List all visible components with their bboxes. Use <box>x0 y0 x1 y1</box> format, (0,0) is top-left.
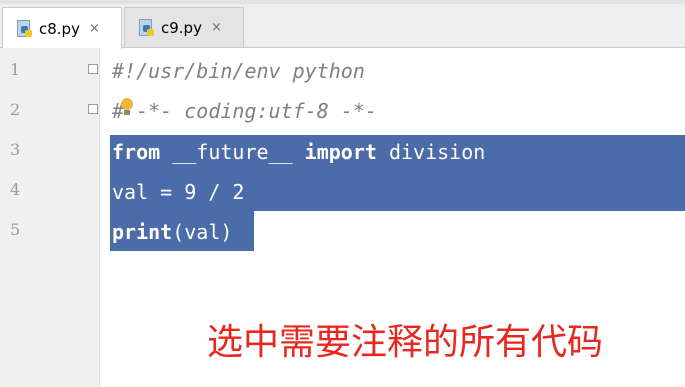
editor-tab-bar: c8.py × c9.py × <box>0 0 685 49</box>
tab-label: c8.py <box>39 19 80 38</box>
python-file-icon <box>137 18 155 37</box>
code-line[interactable]: val = 9 / 2 <box>112 178 244 206</box>
lightbulb-icon[interactable] <box>120 98 134 118</box>
line-number: 5 <box>10 220 21 239</box>
fold-marker-icon[interactable] <box>88 104 98 114</box>
code-line[interactable]: from __future__ import division <box>112 138 485 166</box>
close-icon[interactable]: × <box>89 21 100 36</box>
keyword: import <box>304 140 377 164</box>
code-line[interactable]: print(val) <box>112 218 232 246</box>
keyword: print <box>112 220 173 244</box>
code-token: __future__ <box>160 140 305 164</box>
line-number: 4 <box>10 180 21 199</box>
keyword: from <box>112 140 161 164</box>
tab-c8-py[interactable]: c8.py × <box>2 7 122 49</box>
line-number-gutter: 1 2 3 4 5 <box>0 48 100 387</box>
tab-c9-py[interactable]: c9.py × <box>124 7 244 47</box>
line-number: 1 <box>10 60 21 79</box>
code-token: division <box>376 140 486 164</box>
code-line[interactable]: # -*- coding:utf-8 -*- <box>112 97 377 125</box>
line-number: 2 <box>10 100 21 119</box>
tab-label: c9.py <box>161 18 202 37</box>
fold-marker-icon[interactable] <box>88 64 98 74</box>
tab-bar-top-border <box>0 0 685 4</box>
python-file-icon <box>15 19 33 38</box>
code-token: (val) <box>172 220 233 244</box>
overlay-caption: 选中需要注释的所有代码 <box>207 322 604 363</box>
close-icon[interactable]: × <box>211 20 222 35</box>
code-line[interactable]: #!/usr/bin/env python <box>112 57 365 85</box>
line-number: 3 <box>10 140 21 159</box>
